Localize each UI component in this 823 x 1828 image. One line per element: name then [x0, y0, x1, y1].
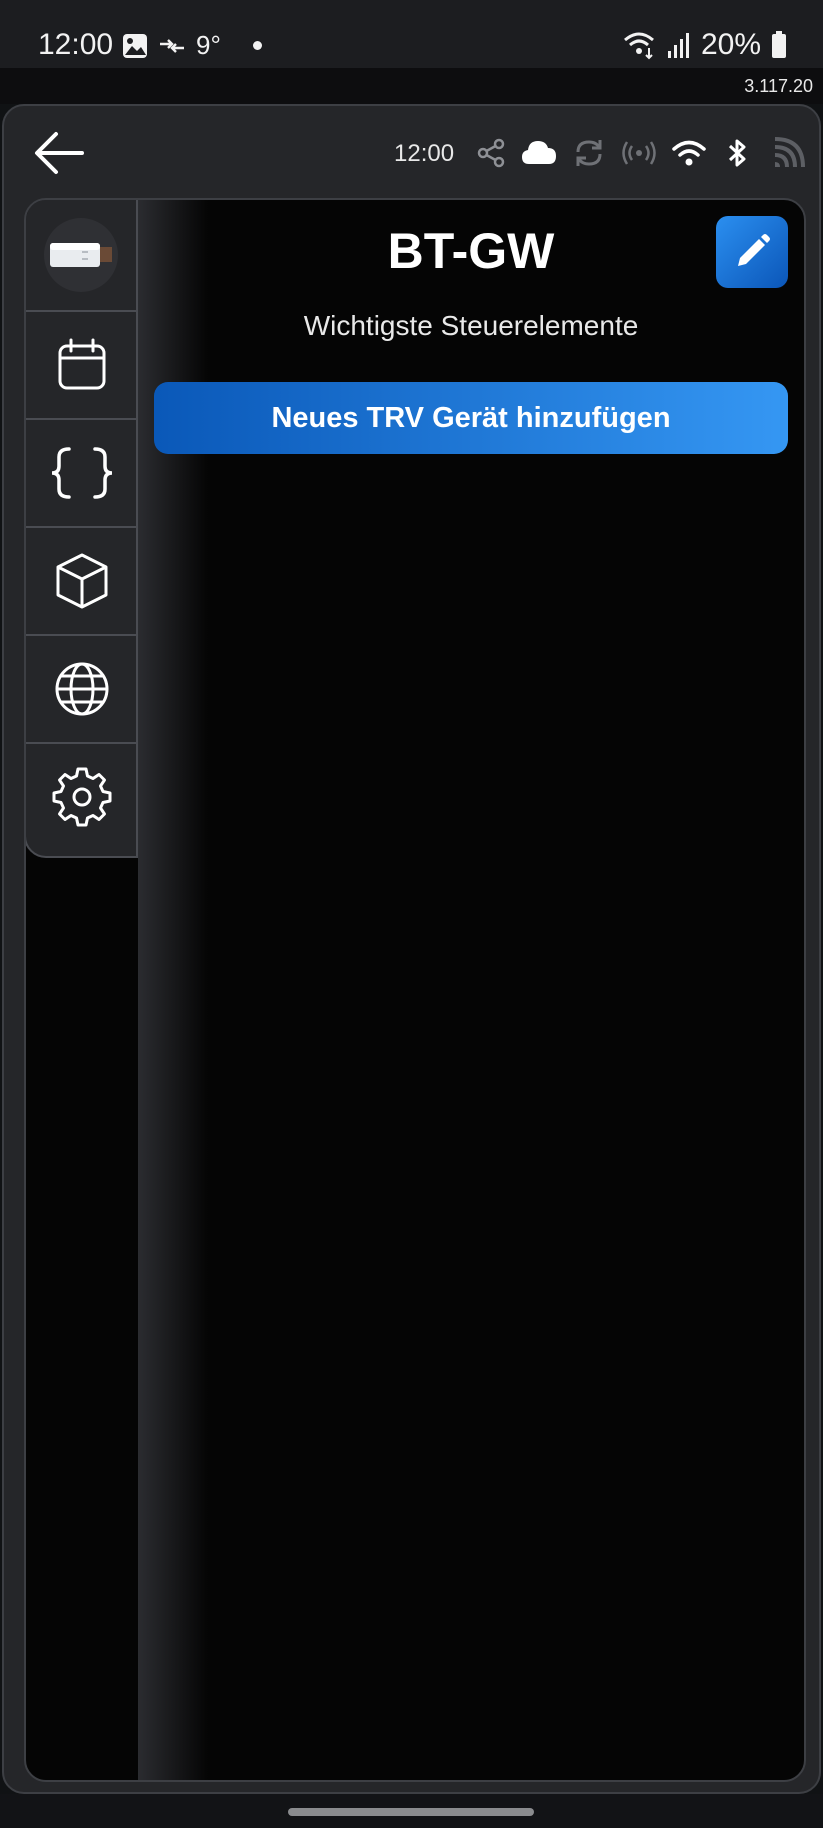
navigation-bar — [0, 1794, 823, 1828]
gear-icon — [52, 767, 112, 827]
top-bar: 12:00 — [4, 106, 819, 202]
curly-braces-icon — [51, 447, 113, 499]
status-right-icons: 20% — [623, 28, 787, 62]
version-bar: 3.117.20 — [0, 68, 823, 104]
rss-icon[interactable] — [772, 136, 806, 170]
add-trv-device-button[interactable]: Neues TRV Gerät hinzufügen — [154, 382, 788, 454]
globe-icon — [55, 662, 109, 716]
sidebar — [26, 200, 138, 858]
calendar-icon — [58, 338, 106, 390]
status-time: 12:00 — [38, 28, 114, 61]
broadcast-icon[interactable] — [622, 136, 656, 170]
gesture-handle[interactable] — [288, 1808, 534, 1816]
device-card: BT-GW Wichtigste Steuerelemente Neues TR… — [24, 198, 806, 1782]
data-transfer-icon — [160, 38, 184, 53]
app-panel: 12:00 BT-GW Wichtigste Steuerelemente Ne… — [2, 104, 821, 1794]
sidebar-item-schedule[interactable] — [26, 310, 138, 418]
cube-icon — [56, 553, 108, 609]
sidebar-item-code[interactable] — [26, 418, 138, 526]
wifi-calling-icon — [623, 32, 654, 60]
cloud-icon[interactable] — [520, 136, 558, 170]
signal-icon — [667, 33, 689, 58]
pencil-icon — [738, 234, 770, 266]
bluetooth-icon[interactable] — [724, 136, 752, 170]
notification-dot — [252, 41, 262, 50]
device-title: BT-GW — [387, 223, 555, 279]
edit-button[interactable] — [716, 216, 788, 288]
main-content: BT-GW Wichtigste Steuerelemente Neues TR… — [138, 200, 804, 1780]
back-arrow-icon[interactable] — [32, 130, 86, 176]
gallery-icon — [123, 33, 147, 58]
share-icon[interactable] — [474, 136, 508, 170]
topbar-time: 12:00 — [394, 140, 455, 167]
wifi-icon[interactable] — [672, 136, 706, 170]
sync-icon[interactable] — [572, 136, 606, 170]
device-avatar[interactable] — [44, 218, 118, 292]
sidebar-item-network[interactable] — [26, 634, 138, 742]
status-temperature: 9° — [196, 30, 221, 60]
sidebar-item-devices[interactable] — [26, 526, 138, 634]
status-bar: 12:00 9° 20% — [0, 0, 823, 68]
section-subtitle: Wichtigste Steuerelemente — [303, 310, 639, 341]
battery-icon — [772, 31, 786, 58]
sidebar-item-settings[interactable] — [26, 742, 138, 850]
app-version: 3.117.20 — [744, 76, 813, 96]
battery-percent: 20% — [700, 28, 761, 61]
status-left-icons: 9° — [122, 30, 262, 61]
usb-dongle-icon — [50, 243, 112, 267]
